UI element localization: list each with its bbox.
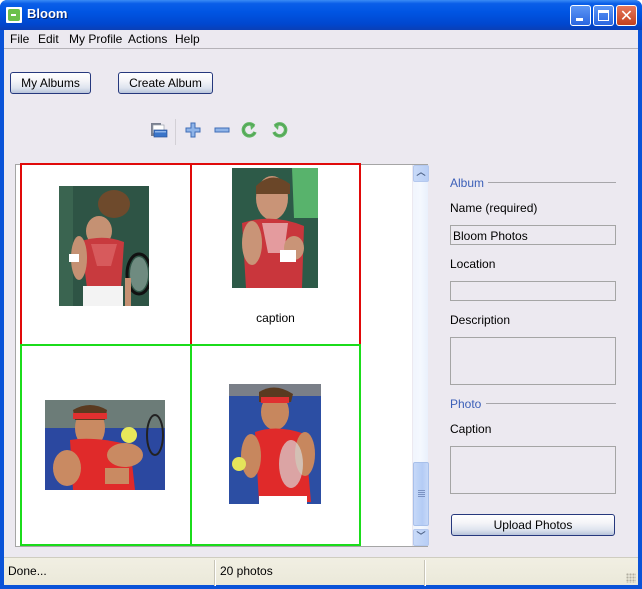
caption-label: Caption [450, 422, 492, 436]
menu-help[interactable]: Help [173, 32, 202, 46]
client-area: File Edit My Profile Actions Help My Alb… [4, 30, 638, 586]
window-title: Bloom [27, 6, 68, 21]
menu-bar: File Edit My Profile Actions Help [4, 30, 638, 49]
album-name-input[interactable]: Bloom Photos [450, 225, 616, 245]
close-icon: ✕ [619, 6, 634, 25]
photo-thumbnail-2[interactable] [232, 168, 318, 288]
album-section-divider [488, 182, 616, 183]
app-window: Bloom ✕ File Edit My Profile Actions Hel… [0, 0, 642, 589]
menu-actions[interactable]: Actions [126, 32, 169, 46]
album-section-title: Album [450, 176, 485, 190]
zoom-in-plus-icon[interactable] [184, 121, 202, 139]
name-label: Name (required) [450, 201, 538, 215]
photo-section-title: Photo [450, 397, 482, 411]
menu-my-profile[interactable]: My Profile [67, 32, 124, 46]
photo-section-divider [486, 403, 616, 404]
grip-icon [418, 490, 425, 498]
status-bar: Done... 20 photos [4, 557, 638, 586]
photo-cell-2[interactable]: caption [190, 163, 361, 346]
photo-caption-textarea[interactable] [450, 446, 616, 494]
zoom-out-minus-icon[interactable] [213, 121, 231, 139]
photo-thumbnail-4[interactable] [229, 384, 321, 504]
open-folder-icon[interactable] [150, 121, 168, 139]
close-button[interactable]: ✕ [616, 5, 637, 26]
photo-cell-4[interactable] [190, 344, 361, 546]
photo-thumbnail-3[interactable] [45, 400, 165, 490]
scroll-up-button[interactable]: ︿ [413, 165, 429, 182]
resize-grip-icon[interactable] [626, 573, 636, 583]
photo-cell-1[interactable] [20, 163, 192, 346]
photo-thumbnail-1[interactable] [59, 186, 149, 306]
location-label: Location [450, 257, 496, 271]
album-description-textarea[interactable] [450, 337, 616, 385]
photo-count: 20 photos [220, 564, 273, 578]
chevron-up-icon: ︿ [416, 168, 426, 178]
create-album-button[interactable]: Create Album [118, 72, 213, 94]
album-location-input[interactable] [450, 281, 616, 301]
rotate-right-icon[interactable] [270, 121, 288, 139]
minimize-icon [576, 18, 583, 21]
status-text: Done... [8, 564, 47, 578]
menu-edit[interactable]: Edit [36, 32, 61, 46]
description-label: Description [450, 313, 511, 327]
title-bar[interactable]: Bloom ✕ [0, 0, 642, 30]
photo-gallery: caption ︿ ﹀ [15, 163, 429, 547]
menu-file[interactable]: File [8, 32, 31, 46]
photo-cell-3[interactable] [20, 344, 192, 546]
status-extra [426, 558, 626, 586]
bloom-app-icon [6, 7, 22, 23]
scroll-down-button[interactable]: ﹀ [413, 529, 429, 546]
toolbar-separator [175, 119, 176, 145]
upload-photos-button[interactable]: Upload Photos [451, 514, 615, 536]
minimize-button[interactable] [570, 5, 591, 26]
scrollbar-thumb[interactable] [413, 462, 429, 526]
rotate-left-icon[interactable] [241, 121, 259, 139]
gallery-scrollbar[interactable]: ︿ ﹀ [412, 165, 429, 546]
my-albums-button[interactable]: My Albums [10, 72, 91, 94]
photo-caption-2: caption [256, 311, 295, 325]
maximize-button[interactable] [593, 5, 614, 26]
chevron-down-icon: ﹀ [416, 532, 426, 542]
maximize-icon [598, 10, 609, 21]
